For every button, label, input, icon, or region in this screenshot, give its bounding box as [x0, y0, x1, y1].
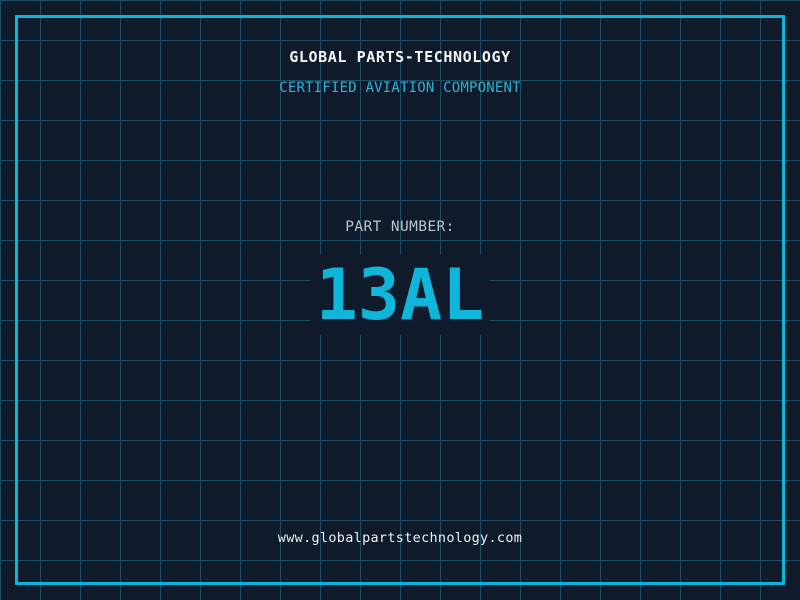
page-title: GLOBAL PARTS-TECHNOLOGY	[289, 48, 511, 66]
footer-url: www.globalpartstechnology.com	[277, 530, 523, 546]
page-subtitle: CERTIFIED AVIATION COMPONENT	[279, 80, 521, 96]
part-label-page: GLOBAL PARTS-TECHNOLOGY CERTIFIED AVIATI…	[0, 0, 800, 600]
part-number-value: 13AL	[315, 254, 485, 336]
part-number-box: 13AL	[310, 255, 490, 335]
part-number-label: PART NUMBER:	[345, 219, 455, 235]
